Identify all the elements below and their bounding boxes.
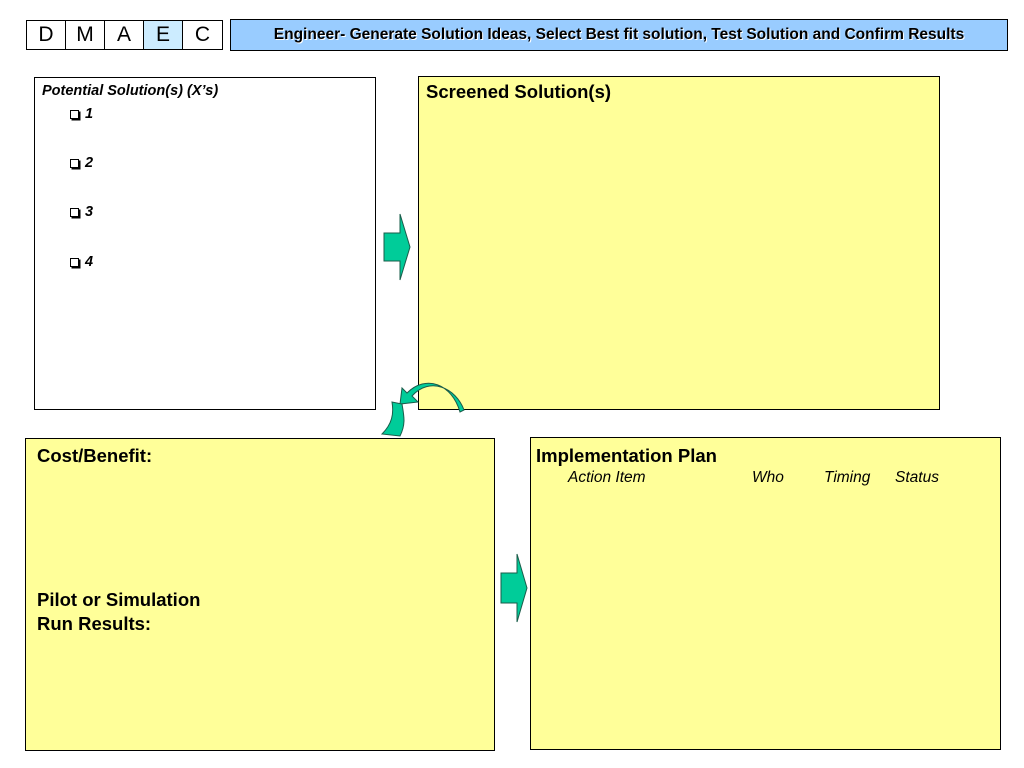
column-status: Status	[895, 469, 939, 486]
solution-item: 1	[70, 106, 93, 122]
cost-benefit-panel: Cost/Benefit: Pilot or Simulation Run Re…	[25, 438, 495, 751]
pilot-line-1: Pilot or Simulation	[37, 589, 201, 610]
potential-solutions-panel: Potential Solution(s) (X’s) 1 2 3 4	[34, 77, 376, 410]
solution-item: 3	[70, 204, 93, 220]
screened-solutions-panel: Screened Solution(s)	[418, 76, 940, 410]
potential-solutions-heading: Potential Solution(s) (X’s)	[42, 83, 219, 99]
phase-m: M	[66, 21, 105, 49]
phase-d: D	[27, 21, 66, 49]
phase-c: C	[183, 21, 222, 49]
solution-item: 4	[70, 254, 93, 270]
checkbox-icon	[70, 207, 79, 217]
implementation-plan-heading: Implementation Plan	[536, 445, 717, 466]
column-timing: Timing	[824, 469, 871, 486]
solution-item: 2	[70, 155, 93, 171]
checkbox-icon	[70, 109, 79, 119]
phase-e: E	[144, 21, 183, 49]
block-arrow-right-icon	[500, 553, 528, 623]
screened-solutions-heading: Screened Solution(s)	[426, 81, 612, 102]
solution-item-label: 1	[85, 106, 94, 122]
cost-benefit-heading: Cost/Benefit:	[37, 445, 153, 466]
solution-item-label: 2	[85, 155, 94, 171]
checkbox-icon	[70, 158, 79, 168]
solution-item-label: 4	[85, 254, 94, 270]
pilot-line-2: Run Results:	[37, 613, 152, 634]
pilot-results-heading: Pilot or Simulation Run Results:	[37, 588, 200, 636]
phase-a: A	[105, 21, 144, 49]
title-banner: Engineer- Generate Solution Ideas, Selec…	[230, 19, 1008, 51]
dmaec-phase-strip: D M A E C	[26, 20, 223, 50]
curved-arrow-down-icon	[380, 382, 465, 437]
column-action-item: Action Item	[568, 469, 646, 486]
solution-item-label: 3	[85, 204, 94, 220]
block-arrow-right-icon	[383, 213, 411, 281]
checkbox-icon	[70, 257, 79, 267]
column-who: Who	[752, 469, 784, 486]
implementation-plan-panel: Implementation Plan Action Item Who Timi…	[530, 437, 1001, 750]
